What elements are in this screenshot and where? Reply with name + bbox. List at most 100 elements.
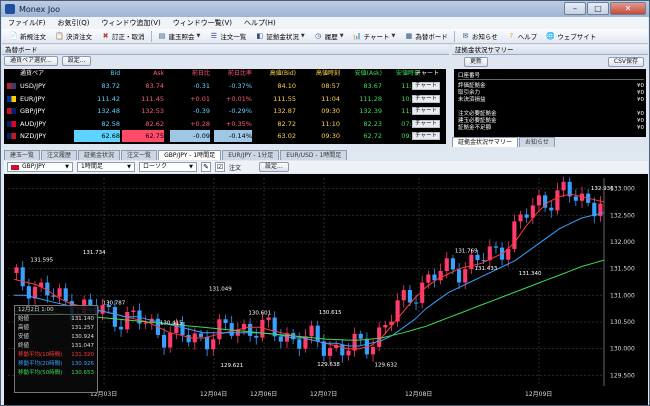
interval-select[interactable]: 1時間足 ▼ — [77, 162, 135, 172]
toolbar-history-button[interactable]: ◷ 履歴 ▼ — [311, 30, 347, 43]
minimize-button[interactable]: – — [564, 2, 586, 15]
toolbar-label: お知らせ — [471, 33, 498, 41]
candle-body — [198, 333, 204, 337]
toolbar-cancel-button[interactable]: ✖ 訂正・取消 — [98, 30, 148, 43]
pen-icon[interactable]: ✎ — [201, 162, 211, 172]
open-chart-button[interactable]: チャート — [412, 107, 440, 115]
candle-body — [469, 254, 474, 270]
currency-flag-icon — [7, 120, 16, 127]
open-chart-button[interactable]: チャート — [412, 132, 440, 140]
checkbox-icon[interactable]: ☑ — [215, 162, 225, 172]
summary-line-label: 建玉必要証拠金 — [458, 118, 497, 124]
open-chart-button[interactable]: チャート — [412, 119, 440, 128]
legend-row-label: 移動平均(10時間) — [18, 352, 63, 358]
candle-body — [518, 214, 523, 222]
candle-body — [432, 274, 437, 281]
style-select[interactable]: ローソク ▼ — [139, 162, 197, 172]
toolbar-fx-board-button[interactable]: ▦ 為替ボード — [401, 30, 451, 43]
rate-header-cell: 高値時刻 — [315, 70, 340, 77]
window-title: Monex Joo — [19, 4, 61, 14]
open-chart-button[interactable]: チャート — [412, 82, 440, 90]
maximize-button[interactable]: □ — [587, 2, 609, 15]
toolbar-new-order-button[interactable]: 📄 新規注文 — [6, 30, 49, 43]
summary-update-button[interactable]: 更新 — [464, 57, 489, 67]
legend-row-value: 130.924 — [71, 334, 94, 340]
pair-select[interactable]: GBP/JPY ▼ — [7, 162, 73, 172]
rate-cell-chg: +0.28 — [190, 119, 210, 128]
toolbar-order-list-button[interactable]: ☰ 注文一覧 — [206, 30, 249, 43]
chevron-down-icon[interactable]: ▼ — [392, 33, 396, 39]
y-tick-label: 131.500 — [610, 266, 635, 273]
legend-row-value: 131.047 — [71, 343, 94, 349]
chart-tab[interactable]: 証拠金状況 — [78, 150, 121, 160]
rate-header-cell: チャート — [415, 70, 439, 77]
price-annotation: 131.433 — [475, 266, 498, 272]
legend-row-value: 131.320 — [71, 352, 94, 358]
price-annotation: 131.734 — [83, 250, 106, 256]
summary-line: 建玉必要証拠金 ¥0 — [458, 118, 644, 125]
chevron-down-icon: ▼ — [189, 164, 193, 170]
rate-row-gbpjpy[interactable]: GBP/JPY 132.48 132.53 -0.39 -0.29% 132.87 09:3… — [4, 105, 446, 117]
toolbar-notice-button[interactable]: ✉ お知らせ — [458, 30, 501, 43]
rate-row-usdjpy[interactable]: USD/JPY 83.72 83.74 -0.31 -0.37% 84.10 08:57 83… — [4, 80, 446, 92]
chart-tab[interactable]: 建玉一覧 — [4, 150, 41, 160]
rate-cell-low: 83.67 — [363, 82, 382, 90]
summary-line-value: ¥0 — [637, 125, 644, 131]
summary-line-value: ¥0 — [637, 83, 644, 89]
summary-line-value: ¥0 — [637, 111, 644, 117]
tab-notices[interactable]: お知らせ — [519, 137, 555, 147]
gbp-flag-icon — [11, 164, 19, 170]
chart-tab[interactable]: EUR/USD - 1時間足 — [280, 150, 348, 160]
pair-select-value: GBP/JPY — [22, 163, 46, 170]
chart-icon: 📊 — [352, 31, 362, 40]
x-tick-label: 12月06日 — [250, 391, 277, 398]
rate-cell-pair: GBP/JPY — [20, 107, 46, 115]
rate-settings-button[interactable]: 設定... — [61, 56, 92, 66]
toolbar-margin-button[interactable]: ◧ 証拠金状況 ▼ — [252, 30, 307, 43]
toolbar-separator — [150, 30, 152, 42]
toolbar-help-button[interactable]: ? ヘルプ — [504, 30, 541, 43]
toolbar-settle-order-button[interactable]: 📋 決済注文 — [52, 30, 95, 43]
price-chart[interactable]: 133.000 132.500 132.000 131.500 131.000 130.5… — [4, 174, 648, 405]
rate-cell-pct: -0.29% — [229, 107, 252, 115]
legend-date-text: 12月2日 1:00 — [18, 307, 54, 313]
candle-body — [266, 317, 271, 320]
toolbar-website-button[interactable]: 🌐 ウェブサイト — [543, 30, 599, 43]
rate-cell-ask: 62.75 — [122, 130, 164, 142]
y-tick-label: 132.000 — [610, 239, 635, 246]
csv-save-button[interactable]: CSV保存 — [607, 57, 644, 67]
chevron-down-icon[interactable]: ▼ — [301, 33, 305, 39]
open-chart-button[interactable]: チャート — [412, 94, 440, 103]
chart-tab[interactable]: EUR/JPY - 1分足 — [222, 150, 280, 160]
legend-row: 終値 131.047 — [15, 342, 97, 351]
chart-tab[interactable]: 注文履歴 — [41, 150, 78, 160]
close-button[interactable]: ✕ — [610, 2, 646, 15]
chart-tab[interactable]: GBP/JPY - 1時間足 — [158, 150, 222, 160]
menu-add-window[interactable]: ウィンドウ追加(V) — [101, 18, 160, 28]
chart-settings-button[interactable]: 設定... — [259, 162, 289, 172]
toolbar-chart-button[interactable]: 📊 チャート ▼ — [350, 30, 399, 43]
rate-row-nzdjpy[interactable]: NZD/JPY 62.68 62.75 -0.09 -0.14% 63.02 09:30 62… — [4, 130, 446, 142]
chart-order-button[interactable]: 注文 — [229, 163, 241, 172]
toolbar-position-button[interactable]: ▤ 建玉照会 ▼ — [155, 30, 204, 43]
menu-favorites[interactable]: お気引(Q) — [58, 18, 90, 28]
x-tick-label: 12月07日 — [310, 391, 337, 398]
menu-help[interactable]: ヘルプ(H) — [244, 18, 276, 28]
chevron-down-icon[interactable]: ▼ — [340, 33, 344, 39]
rate-cell-pair: EUR/JPY — [20, 94, 46, 103]
rate-table-header: 通貨ペア Bid Ask 前日比 前日比率 高値(Bid) 高値時刻 安値(Ask) 安値時刻チ… — [4, 69, 446, 79]
menu-window-list[interactable]: ウィンドウ一覧(V) — [173, 18, 232, 28]
menu-file[interactable]: ファイル(F) — [8, 18, 46, 28]
legend-row-value: 131.257 — [71, 325, 94, 331]
rate-row-audjpy[interactable]: AUD/JPY 82.58 82.62 +0.28 +0.35% 82.72 11:10 82… — [4, 118, 446, 130]
price-annotation: 131.049 — [209, 287, 232, 293]
toolbar-label: 訂正・取消 — [112, 33, 145, 41]
chevron-down-icon[interactable]: ▼ — [197, 33, 201, 39]
pair-select-button[interactable]: 通貨ペア選択... — [4, 56, 58, 66]
price-annotation: 131.595 — [30, 258, 53, 264]
tab-margin-summary[interactable]: 証拠金状況サマリー — [452, 137, 519, 147]
rate-row-eurjpy[interactable]: EUR/JPY 111.42 111.45 +0.01 +0.01% 111.55 11:0… — [4, 93, 446, 105]
chart-tab[interactable]: 注文一覧 — [121, 150, 158, 160]
currency-flag-icon — [7, 108, 16, 114]
rate-cell-bid: 62.68 — [74, 130, 120, 142]
